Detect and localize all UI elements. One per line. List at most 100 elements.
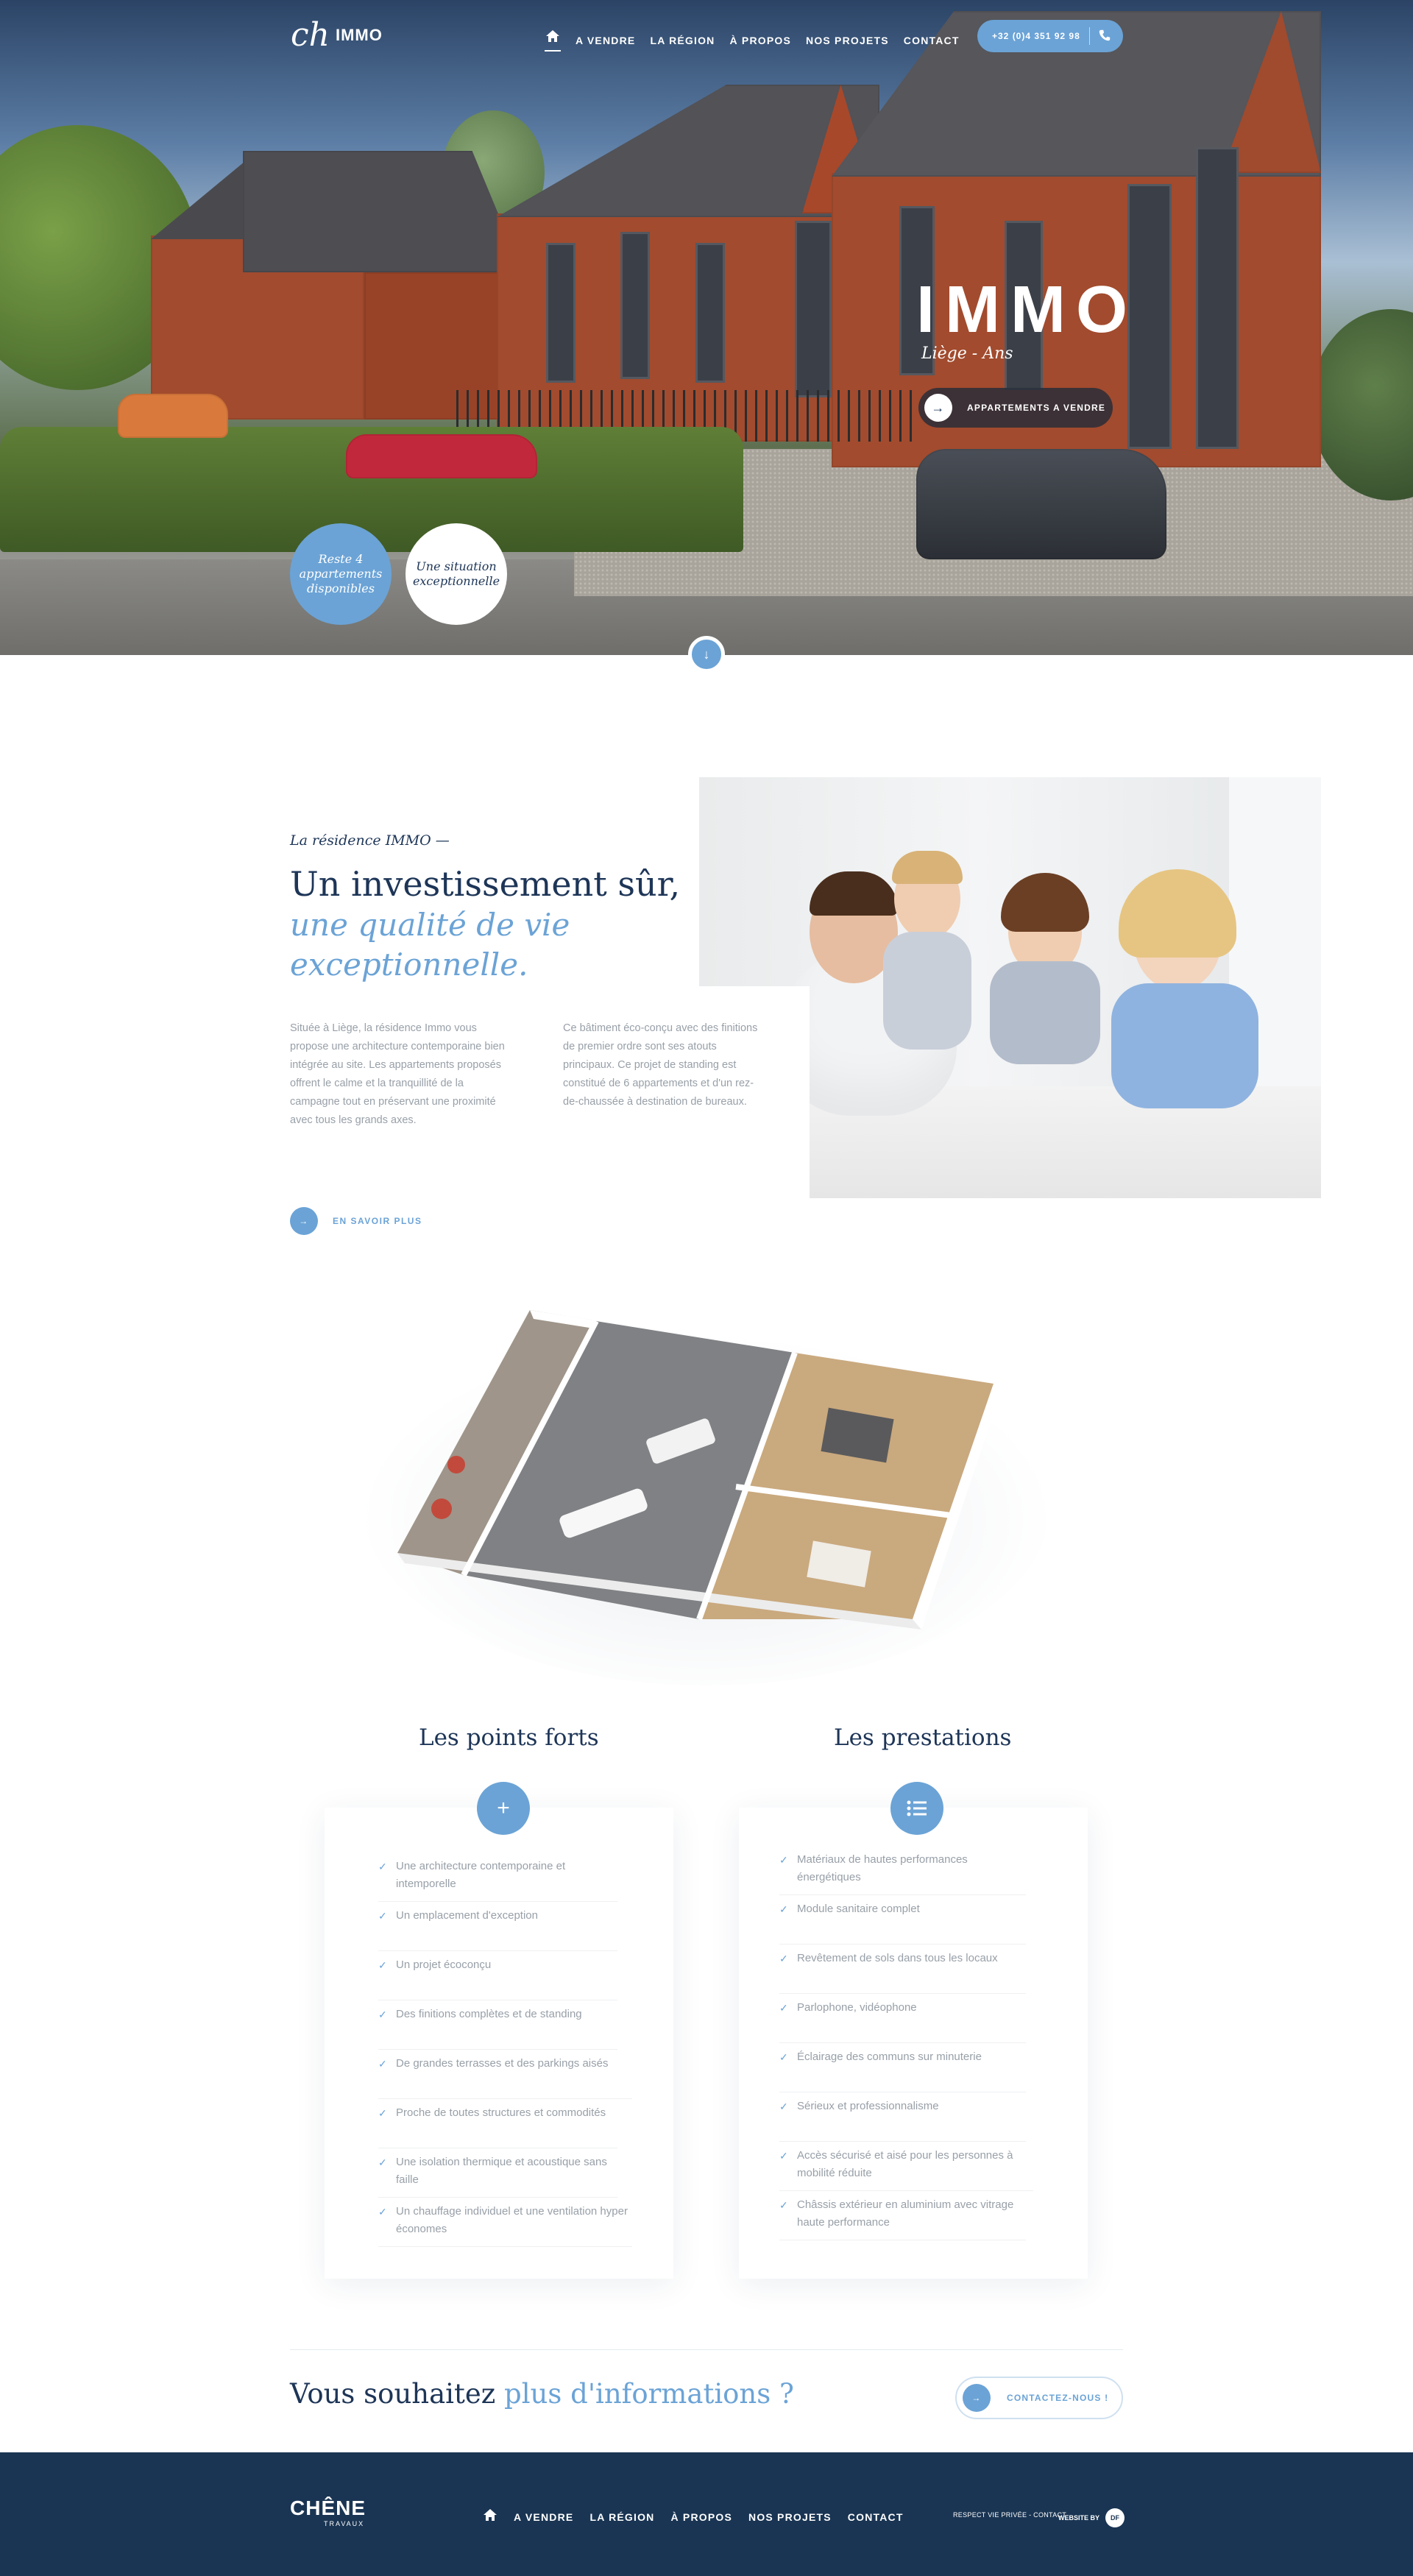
service-item-text: Module sanitaire complet (797, 1903, 920, 1915)
footer-nav-a-propos[interactable]: À PROPOS (671, 2511, 733, 2523)
service-item: ✓ Éclairage des communs sur minuterie (779, 2048, 1026, 2092)
service-item: ✓ Châssis extérieur en aluminium avec vit… (779, 2196, 1026, 2240)
home-icon[interactable] (483, 2508, 497, 2525)
footer-nav-contact[interactable]: CONTACT (848, 2511, 904, 2523)
footer-nav: A VENDRE LA RÉGION À PROPOS NOS PROJETS … (483, 2508, 904, 2525)
arrow-right-icon: → (963, 2384, 991, 2412)
check-icon: ✓ (378, 1910, 387, 1922)
strength-item: ✓ Un projet écoconçu (378, 1956, 617, 2000)
strength-item-text: Un chauffage individuel et une ventilati… (396, 2205, 628, 2235)
logo-mark: ch (291, 16, 330, 54)
main-nav: A VENDRE LA RÉGION À PROPOS NOS PROJETS … (545, 29, 960, 52)
hero: ch IMMO A VENDRE LA RÉGION À PROPOS NOS … (0, 0, 1413, 655)
nav-item-a-vendre[interactable]: A VENDRE (576, 35, 635, 46)
agency-logo: DF (1105, 2508, 1125, 2527)
phone-icon (1098, 29, 1111, 44)
availability-badge: Reste 4 appartements disponibles (290, 523, 392, 625)
service-item: ✓ Parlophone, vidéophone (779, 1999, 1026, 2043)
service-item: ✓ Accès sécurisé et aisé pour les personn… (779, 2147, 1033, 2191)
footer-nav-nos-projets[interactable]: NOS PROJETS (748, 2511, 832, 2523)
nav-item-nos-projets[interactable]: NOS PROJETS (806, 35, 889, 46)
check-icon: ✓ (378, 2009, 387, 2020)
strength-item-text: Une isolation thermique et acoustique sa… (396, 2156, 607, 2186)
website-credit[interactable]: WEBSITE BY DF (1058, 2508, 1125, 2527)
strengths-title: Les points forts (419, 1724, 599, 1751)
footer: CHÊNE TRAVAUX A VENDRE LA RÉGION À PROPO… (0, 2452, 1413, 2576)
hero-cta-label: APPARTEMENTS A VENDRE (967, 403, 1106, 413)
hero-title: IMMO (916, 273, 1138, 347)
arrow-right-icon: → (290, 1207, 318, 1235)
arrow-right-icon: → (924, 394, 952, 422)
nav-item-a-propos[interactable]: À PROPOS (730, 35, 792, 46)
section-divider (290, 2349, 1123, 2350)
hero-subtitle: Liège - Ans (921, 344, 1013, 363)
service-item-text: Accès sécurisé et aisé pour les personne… (797, 2149, 1013, 2179)
location-badge-text: Une situation exceptionnelle (412, 559, 500, 588)
availability-badge-text: Reste 4 appartements disponibles (299, 552, 383, 595)
check-icon: ✓ (779, 2002, 788, 2014)
intro-paragraph-right: Ce bâtiment éco-conçu avec des finitions… (563, 1022, 758, 1108)
services-title: Les prestations (834, 1724, 1012, 1751)
check-icon: ✓ (378, 1959, 387, 1971)
contact-button-label: CONTACTEZ-NOUS ! (1007, 2393, 1109, 2403)
footer-logo-sub: TRAVAUX (324, 2520, 365, 2527)
nav-item-la-region[interactable]: LA RÉGION (650, 35, 715, 46)
phone-separator (1089, 27, 1090, 45)
contact-prompt-text: Vous souhaitez (290, 2378, 496, 2410)
service-item-text: Sérieux et professionnalisme (797, 2100, 939, 2112)
strength-item: ✓ Un chauffage individuel et une ventilat… (378, 2203, 632, 2247)
strength-item: ✓ Des finitions complètes et de standing (378, 2006, 617, 2050)
check-icon: ✓ (779, 2150, 788, 2162)
footer-nav-a-vendre[interactable]: A VENDRE (514, 2511, 573, 2523)
scroll-down-button[interactable]: ↓ (688, 636, 725, 673)
nav-item-contact[interactable]: CONTACT (904, 35, 960, 46)
strength-item: ✓ Une architecture contemporaine et intem… (378, 1858, 617, 1902)
section-heading: Un investissement sûr, (290, 864, 681, 904)
phone-button[interactable]: +32 (0)4 351 92 98 (977, 20, 1123, 52)
location-badge: Une situation exceptionnelle (406, 523, 507, 625)
legal-links[interactable]: RESPECT VIE PRIVÉE - CONTACT (953, 2511, 1066, 2519)
phone-number: +32 (0)4 351 92 98 (992, 31, 1080, 41)
check-icon: ✓ (378, 2156, 387, 2168)
home-icon[interactable] (545, 29, 561, 52)
strength-item-text: Un emplacement d'exception (396, 1909, 538, 1922)
strength-item: ✓ Proche de toutes structures et commodit… (378, 2104, 617, 2148)
list-icon (890, 1782, 943, 1835)
site-logo[interactable]: ch IMMO (291, 19, 383, 52)
strength-item: ✓ Un emplacement d'exception (378, 1907, 617, 1951)
contact-button[interactable]: → CONTACTEZ-NOUS ! (955, 2377, 1123, 2419)
strength-item: ✓ Une isolation thermique et acoustique s… (378, 2154, 617, 2198)
service-item: ✓ Matériaux de hautes performances énergé… (779, 1851, 1026, 1895)
learn-more-label: EN SAVOIR PLUS (333, 1216, 422, 1226)
check-icon: ✓ (378, 2058, 387, 2070)
footer-nav-la-region[interactable]: LA RÉGION (589, 2511, 654, 2523)
footer-logo-word: CHÊNE (290, 2497, 366, 2519)
learn-more-link[interactable]: → EN SAVOIR PLUS (290, 1207, 422, 1235)
intro-paragraph-left: Située à Liège, la résidence Immo vous p… (290, 1022, 505, 1126)
service-item-text: Châssis extérieur en aluminium avec vitr… (797, 2198, 1014, 2229)
service-item: ✓ Sérieux et professionnalisme (779, 2098, 1026, 2142)
apartments-for-sale-button[interactable]: → APPARTEMENTS A VENDRE (918, 388, 1113, 428)
strength-item-text: Un projet écoconçu (396, 1958, 492, 1971)
check-icon: ✓ (378, 2206, 387, 2218)
floor-plan-3d (353, 1281, 1060, 1693)
service-item: ✓ Revêtement de sols dans tous les locaux (779, 1950, 1026, 1994)
contact-prompt-accent: plus d'informations ? (504, 2378, 794, 2410)
check-icon: ✓ (378, 2107, 387, 2119)
check-icon: ✓ (779, 2101, 788, 2112)
service-item-text: Matériaux de hautes performances énergét… (797, 1853, 968, 1883)
plus-icon: + (477, 1782, 530, 1835)
strength-item: ✓ De grandes terrasses et des parkings ai… (378, 2055, 632, 2099)
check-icon: ✓ (779, 2199, 788, 2211)
section-kicker: La résidence IMMO — (290, 832, 450, 849)
footer-logo[interactable]: CHÊNE TRAVAUX (290, 2497, 366, 2527)
service-item: ✓ Module sanitaire complet (779, 1900, 1026, 1945)
service-item-text: Éclairage des communs sur minuterie (797, 2050, 982, 2063)
check-icon: ✓ (779, 1854, 788, 1866)
strength-item-text: Des finitions complètes et de standing (396, 2008, 582, 2020)
check-icon: ✓ (779, 1953, 788, 1964)
arrow-down-icon: ↓ (703, 646, 710, 662)
service-item-text: Revêtement de sols dans tous les locaux (797, 1952, 998, 1964)
check-icon: ✓ (779, 1903, 788, 1915)
strength-item-text: Une architecture contemporaine et intemp… (396, 1860, 566, 1890)
